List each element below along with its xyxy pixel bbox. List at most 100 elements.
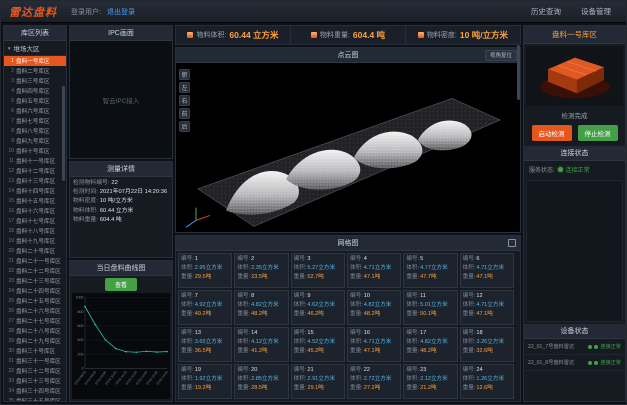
device-manage-button[interactable]: 设备管理 (574, 4, 618, 19)
sidebar-item-zone[interactable]: 29盘料二十九号库区 (4, 336, 66, 346)
grid-cell[interactable]: 编号:3体积:5.27立方米重量:52.7吨 (291, 253, 345, 288)
ipc-video-area[interactable]: 智云IPC接入 (70, 41, 172, 158)
expand-icon[interactable] (508, 239, 516, 247)
grid-cell[interactable]: 编号:15体积:4.52立方米重量:45.2吨 (291, 327, 345, 362)
grid-cell[interactable]: 编号:12体积:4.71立方米重量:47.1吨 (460, 290, 514, 325)
zone-item-index: 20 (6, 248, 14, 254)
sidebar-item-zone[interactable]: 22盘料二十二号库区 (4, 266, 66, 276)
sidebar-item-zone[interactable]: 5盘料五号库区 (4, 96, 66, 106)
point-cloud-panel: 点云图 视角复位 俯左右前后 (175, 47, 521, 233)
sidebar-item-zone[interactable]: 33盘料三十三号库区 (4, 376, 66, 386)
grid-cell[interactable]: 编号:17体积:4.82立方米重量:48.2吨 (403, 327, 457, 362)
grid-cell[interactable]: 编号:16体积:4.71立方米重量:47.1吨 (347, 327, 401, 362)
sidebar-item-zone[interactable]: 35盘料三十五号库区 (4, 396, 66, 401)
grid-cell-line: 体积:2.35立方米 (237, 264, 285, 273)
grid-cell[interactable]: 编号:11体积:5.01立方米重量:50.1吨 (403, 290, 457, 325)
grid-cell-value: 4.12立方米 (251, 338, 279, 347)
sidebar-item-zone[interactable]: 19盘料十九号库区 (4, 236, 66, 246)
start-detection-button[interactable]: 启动检测 (532, 125, 572, 141)
view-button[interactable]: 右 (179, 95, 190, 106)
sidebar-item-zone[interactable]: 4盘料四号库区 (4, 86, 66, 96)
detail-value: 604.4 吨 (100, 217, 122, 224)
view-reset-button[interactable]: 视角复位 (485, 50, 517, 61)
sidebar-item-zone[interactable]: 11盘料十一号库区 (4, 156, 66, 166)
grid-cell-value: 3 (307, 255, 310, 264)
sidebar-item-zone[interactable]: 14盘料十四号库区 (4, 186, 66, 196)
history-query-button[interactable]: 历史查询 (524, 4, 568, 19)
grid-cell[interactable]: 编号:6体积:4.71立方米重量:47.1吨 (460, 253, 514, 288)
grid-cell-label: 重量: (237, 273, 250, 282)
grid-cell-line: 重量:12.6吨 (463, 384, 511, 393)
zone-group-row[interactable]: ▼ 堆场大区 (4, 41, 66, 56)
grid-cell[interactable]: 编号:5体积:4.77立方米重量:47.7吨 (403, 253, 457, 288)
grid-cell[interactable]: 编号:20体积:2.85立方米重量:28.5吨 (234, 364, 288, 399)
stop-detection-button[interactable]: 停止检测 (578, 125, 618, 141)
sidebar-item-zone[interactable]: 26盘料二十六号库区 (4, 306, 66, 316)
grid-cell-line: 编号:1 (181, 255, 229, 264)
sidebar-item-zone[interactable]: 12盘料十二号库区 (4, 166, 66, 176)
svg-text:600: 600 (78, 324, 84, 328)
sidebar-item-zone[interactable]: 10盘料十号库区 (4, 146, 66, 156)
grid-cell[interactable]: 编号:19体积:1.92立方米重量:19.2吨 (178, 364, 232, 399)
sidebar-item-zone[interactable]: 32盘料三十二号库区 (4, 366, 66, 376)
sidebar-item-zone[interactable]: 34盘料三十四号库区 (4, 386, 66, 396)
sidebar-item-zone[interactable]: 15盘料十五号库区 (4, 196, 66, 206)
grid-cell[interactable]: 编号:14体积:4.12立方米重量:41.2吨 (234, 327, 288, 362)
sidebar-item-zone[interactable]: 2盘料二号库区 (4, 66, 66, 76)
sidebar-item-zone[interactable]: 28盘料二十八号库区 (4, 326, 66, 336)
grid-cell[interactable]: 编号:1体积:2.95立方米重量:29.5吨 (178, 253, 232, 288)
sidebar-item-zone[interactable]: 20盘料二十号库区 (4, 246, 66, 256)
grid-scrollbar[interactable] (517, 45, 520, 100)
sidebar-item-zone[interactable]: 16盘料十六号库区 (4, 206, 66, 216)
sidebar-item-zone[interactable]: 31盘料三十一号库区 (4, 356, 66, 366)
sidebar-scrollbar[interactable] (62, 86, 65, 181)
point-cloud-view[interactable] (176, 63, 520, 232)
sidebar-item-zone[interactable]: 21盘料二十一号库区 (4, 256, 66, 266)
grid-cell-label: 重量: (181, 384, 194, 393)
grid-cell[interactable]: 编号:23体积:2.12立方米重量:21.2吨 (403, 364, 457, 399)
view-chart-button[interactable]: 查看 (105, 278, 137, 291)
sidebar-item-zone[interactable]: 27盘料二十七号库区 (4, 316, 66, 326)
grid-cell[interactable]: 编号:13体积:3.65立方米重量:36.5吨 (178, 327, 232, 362)
sidebar-item-zone[interactable]: 7盘料七号库区 (4, 116, 66, 126)
detection-status-text: 检测完成 (524, 108, 625, 122)
zone-item-label: 盘料二十二号库区 (16, 267, 61, 275)
grid-cell[interactable]: 编号:10体积:4.82立方米重量:48.2吨 (347, 290, 401, 325)
view-button[interactable]: 前 (179, 108, 190, 119)
grid-cell-label: 编号: (406, 366, 419, 375)
zone-item-label: 盘料二十四号库区 (16, 287, 61, 295)
point-cloud-title: 点云图 (338, 50, 359, 60)
sidebar-item-zone[interactable]: 8盘料八号库区 (4, 126, 66, 136)
sidebar-item-zone[interactable]: 17盘料十七号库区 (4, 216, 66, 226)
sidebar-item-zone[interactable]: 18盘料十八号库区 (4, 226, 66, 236)
grid-cell[interactable]: 编号:18体积:3.26立方米重量:32.6吨 (460, 327, 514, 362)
grid-cell[interactable]: 编号:24体积:1.26立方米重量:12.6吨 (460, 364, 514, 399)
view-button[interactable]: 左 (179, 82, 190, 93)
grid-cell[interactable]: 编号:2体积:2.35立方米重量:23.5吨 (234, 253, 288, 288)
sidebar-item-zone[interactable]: 24盘料二十四号库区 (4, 286, 66, 296)
sidebar-item-zone[interactable]: 25盘料二十五号库区 (4, 296, 66, 306)
zone-item-label: 盘料二十九号库区 (16, 337, 61, 345)
sidebar-item-zone[interactable]: 6盘料六号库区 (4, 106, 66, 116)
grid-cell-line: 体积:4.62立方米 (294, 301, 342, 310)
grid-cell[interactable]: 编号:21体积:2.91立方米重量:29.1吨 (291, 364, 345, 399)
grid-map-title-bar: 网格图 (176, 236, 520, 251)
sidebar-item-zone[interactable]: 1盘料一号库区 (4, 56, 66, 66)
grid-cell-label: 重量: (463, 310, 476, 319)
grid-cell[interactable]: 编号:8体积:4.82立方米重量:48.2吨 (234, 290, 288, 325)
grid-cell[interactable]: 编号:7体积:4.92立方米重量:49.2吨 (178, 290, 232, 325)
sidebar-item-zone[interactable]: 13盘料十三号库区 (4, 176, 66, 186)
view-button[interactable]: 后 (179, 121, 190, 132)
logout-link[interactable]: 退出登录 (107, 7, 135, 17)
view-button[interactable]: 俯 (179, 69, 190, 80)
sidebar-item-zone[interactable]: 9盘料九号库区 (4, 136, 66, 146)
sidebar-item-zone[interactable]: 30盘料三十号库区 (4, 346, 66, 356)
grid-cell-line: 重量:47.1吨 (463, 273, 511, 282)
sidebar-item-zone[interactable]: 3盘料三号库区 (4, 76, 66, 86)
grid-cell-line: 编号:21 (294, 366, 342, 375)
grid-cell[interactable]: 编号:4体积:4.71立方米重量:47.1吨 (347, 253, 401, 288)
sidebar-item-zone[interactable]: 23盘料二十三号库区 (4, 276, 66, 286)
grid-cell[interactable]: 编号:9体积:4.62立方米重量:46.2吨 (291, 290, 345, 325)
grid-cell[interactable]: 编号:22体积:2.72立方米重量:27.2吨 (347, 364, 401, 399)
grid-cell-value: 29.1吨 (307, 384, 323, 393)
